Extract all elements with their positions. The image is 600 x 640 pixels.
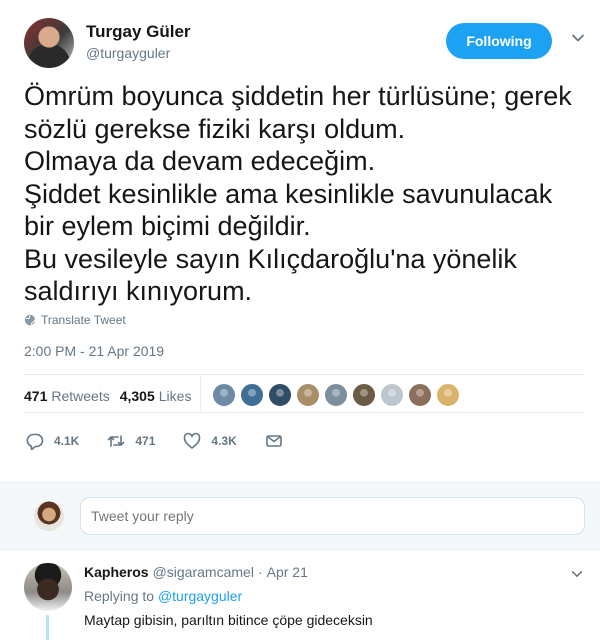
reply-tweet[interactable]: Kapheros @sigaramcamel · Apr 21 Replying… bbox=[0, 551, 600, 640]
liker-avatar[interactable] bbox=[324, 383, 348, 407]
chevron-down-icon[interactable] bbox=[570, 30, 586, 46]
envelope-icon bbox=[265, 435, 282, 447]
liker-avatar[interactable] bbox=[212, 383, 236, 407]
retweets-count: 471 bbox=[24, 388, 48, 404]
retweet-icon bbox=[108, 435, 125, 447]
tweet-timestamp[interactable]: 2:00 PM - 21 Apr 2019 bbox=[24, 343, 164, 359]
heart-icon bbox=[184, 432, 201, 449]
direct-message-action[interactable] bbox=[265, 432, 283, 450]
reply-author-name[interactable]: Kapheros bbox=[84, 564, 149, 580]
tweet-stats: 471 Retweets 4,305 Likes bbox=[24, 388, 201, 404]
stats-separator bbox=[200, 374, 201, 412]
liker-avatar[interactable] bbox=[240, 383, 264, 407]
reply-separator: · bbox=[257, 564, 263, 580]
tweet-line: Olmaya da devam edeceğim. bbox=[24, 146, 376, 176]
author-name[interactable]: Turgay Güler bbox=[86, 22, 191, 42]
tweet-line: Ömrüm boyunca şiddetin her türlüsüne; ge… bbox=[24, 81, 572, 111]
following-button[interactable]: Following bbox=[446, 23, 552, 59]
reply-author-avatar[interactable] bbox=[24, 563, 72, 611]
liker-avatar[interactable] bbox=[408, 383, 432, 407]
tweet-line: Şiddet kesinlikle ama kesinlikle savunul… bbox=[24, 178, 553, 209]
liker-avatar[interactable] bbox=[380, 383, 404, 407]
liker-avatar[interactable] bbox=[352, 383, 376, 407]
replying-to-prefix: Replying to bbox=[84, 588, 155, 604]
likes-stat[interactable]: 4,305 Likes bbox=[120, 388, 192, 404]
tweet-line: saldırıyı kınıyorum. bbox=[24, 276, 253, 306]
translate-label: Translate Tweet bbox=[41, 313, 126, 327]
retweet-action[interactable]: 471 bbox=[107, 432, 155, 450]
likes-label: Likes bbox=[158, 388, 192, 404]
retweets-stat[interactable]: 471 Retweets bbox=[24, 388, 110, 404]
reply-count: 4.1K bbox=[54, 434, 80, 448]
reply-action[interactable]: 4.1K bbox=[26, 432, 79, 450]
tweet-text: Ömrüm boyunca şiddetin her türlüsüne; ge… bbox=[24, 80, 594, 308]
liker-avatar[interactable] bbox=[436, 383, 460, 407]
divider bbox=[24, 374, 584, 375]
author-avatar[interactable] bbox=[24, 18, 74, 68]
replying-to: Replying to @turgayguler bbox=[84, 588, 242, 604]
tweet-line: sözlü gerekse fiziki karşı oldum. bbox=[24, 113, 406, 144]
author-handle[interactable]: @turgayguler bbox=[86, 45, 170, 61]
thread-line bbox=[46, 615, 49, 640]
tweet-line: bir eylem biçimi değildir. bbox=[24, 211, 311, 241]
reply-date[interactable]: Apr 21 bbox=[267, 564, 308, 580]
divider bbox=[24, 412, 584, 413]
tweet-actions: 4.1K 471 4.3K bbox=[26, 432, 311, 450]
reply-composer bbox=[0, 482, 600, 550]
retweet-count: 471 bbox=[135, 434, 156, 448]
reply-input[interactable] bbox=[80, 497, 585, 535]
reply-text: Maytap gibisin, parıltın bitince çöpe gi… bbox=[84, 612, 373, 628]
liker-avatar[interactable] bbox=[296, 383, 320, 407]
like-count: 4.3K bbox=[211, 434, 237, 448]
liker-avatars bbox=[212, 383, 460, 407]
liker-avatar[interactable] bbox=[268, 383, 292, 407]
reply-icon bbox=[26, 433, 44, 450]
chevron-down-icon[interactable] bbox=[570, 567, 584, 581]
retweets-label: Retweets bbox=[51, 388, 110, 404]
reply-author-row: Kapheros @sigaramcamel · Apr 21 bbox=[84, 564, 308, 580]
globe-icon bbox=[24, 314, 36, 326]
translate-tweet-link[interactable]: Translate Tweet bbox=[24, 313, 126, 327]
likes-count: 4,305 bbox=[119, 388, 155, 404]
like-action[interactable]: 4.3K bbox=[183, 432, 237, 450]
replying-to-handle[interactable]: @turgayguler bbox=[158, 588, 242, 604]
current-user-avatar bbox=[34, 501, 64, 531]
tweet-line: Bu vesileyle sayın Kılıçdaroğlu'na yönel… bbox=[24, 243, 517, 274]
tweet-header: Turgay Güler @turgayguler Following bbox=[24, 18, 584, 68]
reply-author-handle[interactable]: @sigaramcamel bbox=[153, 564, 254, 580]
